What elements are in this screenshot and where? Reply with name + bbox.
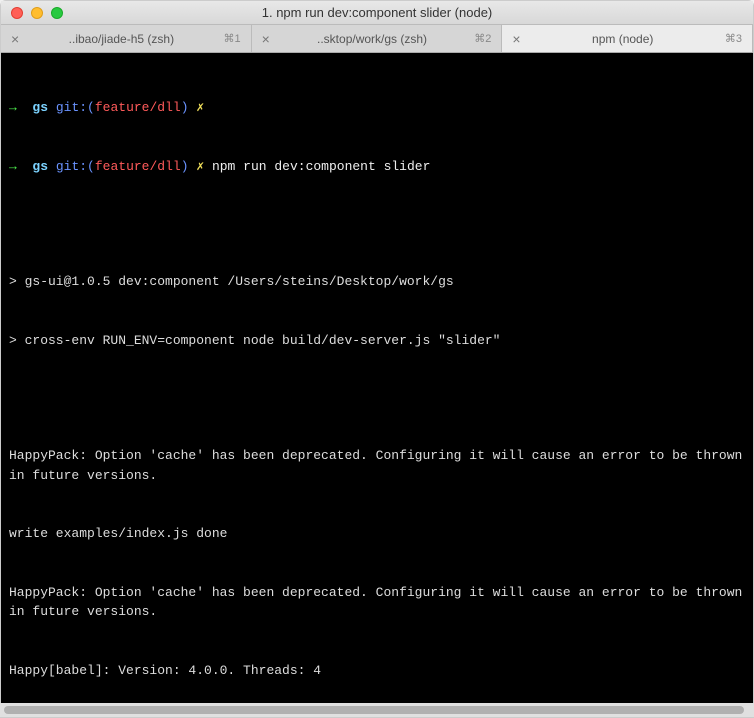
close-icon[interactable]: × [11, 32, 19, 46]
git-branch: feature/dll [95, 100, 181, 115]
git-label: git:( [56, 100, 95, 115]
traffic-lights [11, 7, 63, 19]
prompt-line: → gs git:(feature/dll) ✗ [9, 98, 745, 118]
terminal-window: 1. npm run dev:component slider (node) ×… [0, 0, 754, 718]
tab-shortcut: ⌘3 [725, 32, 742, 45]
blank-line [9, 215, 745, 233]
output-line: HappyPack: Option 'cache' has been depre… [9, 446, 745, 485]
terminal-output[interactable]: → gs git:(feature/dll) ✗ → gs git:(featu… [1, 53, 753, 717]
blank-line [9, 389, 745, 407]
tab-label: ..ibao/jiade-h5 (zsh) [29, 32, 213, 46]
tab-2[interactable]: × ..sktop/work/gs (zsh) ⌘2 [252, 25, 503, 52]
output-line: HappyPack: Option 'cache' has been depre… [9, 583, 745, 622]
prompt-line: → gs git:(feature/dll) ✗ npm run dev:com… [9, 157, 745, 177]
prompt-arrow-icon: → [9, 159, 17, 174]
output-line: > gs-ui@1.0.5 dev:component /Users/stein… [9, 272, 745, 292]
dirty-icon: ✗ [196, 159, 204, 174]
git-branch: feature/dll [95, 159, 181, 174]
scrollbar-thumb[interactable] [4, 706, 744, 714]
prompt-arrow-icon: → [9, 100, 17, 115]
tab-label: npm (node) [531, 32, 715, 46]
maximize-icon[interactable] [51, 7, 63, 19]
prompt-dir: gs [32, 100, 48, 115]
close-icon[interactable] [11, 7, 23, 19]
window-title: 1. npm run dev:component slider (node) [9, 5, 745, 20]
close-icon[interactable]: × [512, 32, 520, 46]
output-line: Happy[babel]: Version: 4.0.0. Threads: 4 [9, 661, 745, 681]
prompt-dir: gs [32, 159, 48, 174]
git-label: git:( [56, 159, 95, 174]
horizontal-scrollbar[interactable] [0, 703, 754, 717]
output-line: write examples/index.js done [9, 524, 745, 544]
command-text: npm run dev:component slider [212, 159, 430, 174]
tab-shortcut: ⌘1 [224, 32, 241, 45]
dirty-icon: ✗ [196, 100, 204, 115]
git-close: ) [181, 100, 189, 115]
tab-label: ..sktop/work/gs (zsh) [280, 32, 464, 46]
tabbar: × ..ibao/jiade-h5 (zsh) ⌘1 × ..sktop/wor… [1, 25, 753, 53]
close-icon[interactable]: × [262, 32, 270, 46]
minimize-icon[interactable] [31, 7, 43, 19]
tab-1[interactable]: × ..ibao/jiade-h5 (zsh) ⌘1 [1, 25, 252, 52]
titlebar: 1. npm run dev:component slider (node) [1, 1, 753, 25]
output-line: > cross-env RUN_ENV=component node build… [9, 331, 745, 351]
git-close: ) [181, 159, 189, 174]
tab-shortcut: ⌘2 [474, 32, 491, 45]
tab-3[interactable]: × npm (node) ⌘3 [502, 25, 753, 52]
